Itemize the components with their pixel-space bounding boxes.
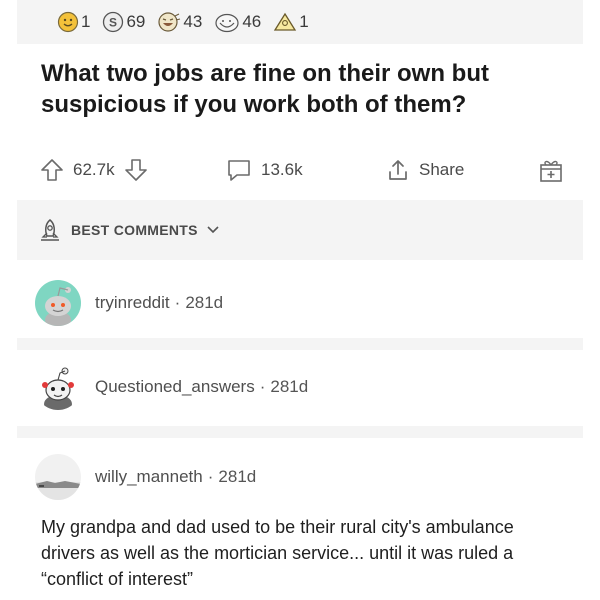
comment-meta: tryinreddit · 281d xyxy=(95,293,223,313)
award-laughing[interactable]: 43 xyxy=(157,11,202,33)
separator: · xyxy=(174,293,181,312)
award-count: 46 xyxy=(242,12,262,31)
award-pyramid[interactable]: 1 xyxy=(273,11,309,33)
share-button[interactable]: Share xyxy=(385,152,464,188)
comment-body: My grandpa and dad used to be their rura… xyxy=(41,517,514,589)
comment-bubble-icon xyxy=(228,160,250,181)
post-page: 1 S 69 43 46 1 What two jobs are fine on… xyxy=(17,0,583,600)
chevron-down-icon xyxy=(207,226,219,234)
snoo-avatar-icon xyxy=(35,280,81,326)
snoo-avatar-icon xyxy=(35,364,81,410)
post-title: What two jobs are fine on their own but … xyxy=(41,60,489,118)
comments-button[interactable]: 13.6k xyxy=(225,152,303,188)
share-icon xyxy=(389,160,407,180)
landscape-photo-avatar-icon xyxy=(35,454,81,500)
silver-coin-award-icon: S xyxy=(103,11,124,33)
award-wholesome[interactable]: 46 xyxy=(214,11,261,33)
awards-row[interactable]: 1 S 69 43 46 1 xyxy=(17,0,583,44)
wholesome-award-icon xyxy=(215,13,239,33)
vote-controls: 62.7k xyxy=(39,152,149,188)
laughing-award-icon xyxy=(158,12,181,32)
comment-author[interactable]: willy_manneth xyxy=(95,467,203,486)
downvote-arrow-icon[interactable] xyxy=(123,157,149,183)
comment-age: 281d xyxy=(218,467,257,486)
comment: tryinreddit · 281d xyxy=(17,276,583,330)
comment: Questioned_answers · 281d xyxy=(17,360,583,414)
avatar[interactable] xyxy=(35,454,81,500)
comment-divider xyxy=(17,426,583,438)
award-gift-button[interactable] xyxy=(537,152,565,188)
comment-header: Questioned_answers · 281d xyxy=(17,360,583,414)
award-count: 1 xyxy=(299,12,309,31)
svg-text:S: S xyxy=(109,16,117,30)
comment-age: 281d xyxy=(185,293,224,312)
award-silver[interactable]: S 69 xyxy=(102,11,145,33)
upvote-count: 62.7k xyxy=(73,160,115,179)
award-gold[interactable]: 1 xyxy=(57,11,90,33)
avatar[interactable] xyxy=(35,364,81,410)
separator: · xyxy=(207,467,214,486)
share-label: Share xyxy=(419,160,465,179)
comment-meta: willy_manneth · 281d xyxy=(95,467,256,487)
comment-age: 281d xyxy=(270,377,309,396)
comment-count: 13.6k xyxy=(261,160,303,179)
sort-label: BEST COMMENTS xyxy=(71,222,198,238)
gift-award-icon xyxy=(540,160,562,182)
post-actions-bar: 62.7k 13.6k Share xyxy=(17,152,583,188)
upvote-arrow-icon[interactable] xyxy=(39,157,65,183)
award-count: 43 xyxy=(183,12,203,31)
separator: · xyxy=(259,377,266,396)
award-count: 1 xyxy=(81,12,91,31)
comment-header: tryinreddit · 281d xyxy=(17,276,583,330)
award-count: 69 xyxy=(126,12,146,31)
rocket-icon xyxy=(41,219,59,241)
comment-sort-dropdown[interactable]: BEST COMMENTS xyxy=(17,200,583,260)
comment: willy_manneth · 281d My grandpa and dad us… xyxy=(17,450,583,592)
gold-smile-award-icon xyxy=(57,11,79,33)
comment-header: willy_manneth · 281d xyxy=(17,450,583,504)
comment-author[interactable]: Questioned_answers xyxy=(95,377,255,396)
comment-meta: Questioned_answers · 281d xyxy=(95,377,308,397)
comment-divider xyxy=(17,338,583,350)
comment-author[interactable]: tryinreddit xyxy=(95,293,170,312)
pyramid-award-icon xyxy=(274,12,297,31)
avatar[interactable] xyxy=(35,280,81,326)
